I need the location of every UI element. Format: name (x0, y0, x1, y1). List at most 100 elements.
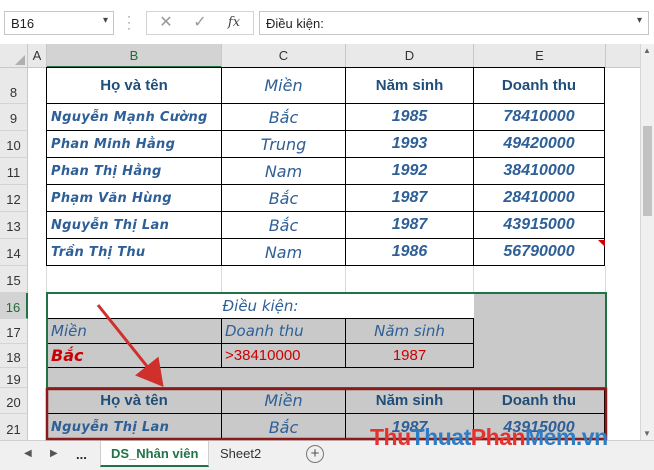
more-tabs-button[interactable]: ... (76, 447, 87, 462)
formula-input[interactable]: Điều kiện: ▾ (259, 11, 649, 35)
add-sheet-button[interactable]: + (306, 445, 324, 463)
criteria-header-birth-year[interactable]: Năm sinh (345, 318, 474, 344)
scroll-thumb[interactable] (643, 126, 652, 216)
table-cell-region[interactable]: Nam (221, 238, 346, 266)
cancel-icon[interactable]: ✕ (153, 13, 179, 33)
criteria-gray-cell[interactable] (474, 293, 606, 369)
criteria-header-revenue[interactable]: Doanh thu (221, 318, 346, 344)
formula-bar: B16 ▾ · · · ✕ ✓ fx Điều kiện: ▾ (0, 0, 654, 44)
table-cell-region[interactable]: Bắc (221, 103, 346, 131)
criteria-header-region[interactable]: Miền (46, 318, 222, 344)
column-f-cells[interactable] (606, 68, 640, 440)
table-cell-birth-year[interactable]: 1986 (345, 238, 474, 266)
row-header-16[interactable]: 16 (0, 293, 28, 319)
table-cell-revenue[interactable]: 78410000 (473, 103, 605, 131)
chevron-down-icon[interactable]: ▾ (103, 15, 108, 26)
criteria-spacer-row[interactable] (47, 368, 606, 388)
select-all-corner[interactable] (0, 44, 28, 68)
column-a-cells[interactable] (28, 68, 47, 440)
table-cell-name[interactable]: Phan Thị Hằng (46, 157, 222, 185)
watermark-part-1: Thu (370, 424, 411, 450)
criteria-value-revenue[interactable]: >38410000 (221, 343, 346, 368)
criteria-title-cell[interactable]: Điều kiện: (47, 293, 474, 319)
column-header-a[interactable]: A (28, 44, 47, 68)
tab-scroll-left-icon[interactable]: ◀ (24, 448, 32, 459)
tab-scroll-right-icon[interactable]: ▶ (50, 448, 58, 459)
row-header-21[interactable]: 21 (0, 414, 28, 440)
table-cell-birth-year[interactable]: 1985 (345, 103, 474, 131)
row-header-18[interactable]: 18 (0, 344, 28, 368)
table-cell-name[interactable]: Nguyễn Thị Lan (46, 211, 222, 239)
row-header-14[interactable]: 14 (0, 239, 28, 266)
empty-cell[interactable] (474, 266, 606, 293)
table-cell-name[interactable]: Phan Minh Hằng (46, 130, 222, 158)
column-header-b[interactable]: B (47, 44, 222, 68)
empty-cell[interactable] (222, 266, 346, 293)
table-cell-revenue[interactable]: 38410000 (473, 157, 605, 185)
row-header-13[interactable]: 13 (0, 212, 28, 239)
row-header-11[interactable]: 11 (0, 158, 28, 185)
criteria-value-birth-year[interactable]: 1987 (345, 343, 474, 368)
table-cell-name[interactable]: Trần Thị Thu (46, 238, 222, 266)
table-cell-birth-year[interactable]: 1993 (345, 130, 474, 158)
formula-buttons: ✕ ✓ fx (146, 11, 254, 35)
row-header-17[interactable]: 17 (0, 319, 28, 344)
scroll-up-icon[interactable]: ▲ (643, 46, 651, 55)
result-cell-region[interactable]: Bắc (221, 413, 346, 440)
worksheet-grid[interactable]: A B C D E 8 9 10 11 12 13 14 15 16 17 18… (0, 44, 640, 440)
table-header-region[interactable]: Miền (221, 67, 346, 104)
row-header-9[interactable]: 9 (0, 104, 28, 131)
drag-handle-icon[interactable]: · · · (120, 10, 138, 34)
name-box-value: B16 (11, 16, 35, 31)
tab-ds-nhan-vien[interactable]: DS_Nhân viên (100, 441, 210, 467)
criteria-value-region[interactable]: Bắc (46, 343, 222, 368)
table-cell-revenue[interactable]: 43915000 (473, 211, 605, 239)
table-cell-revenue[interactable]: 28410000 (473, 184, 605, 212)
criteria-title: Điều kiện: (222, 296, 299, 315)
watermark-part-4: Mem (525, 424, 576, 450)
column-header-c[interactable]: C (222, 44, 346, 68)
watermark-part-2: Thuat (410, 424, 472, 450)
row-header-15[interactable]: 15 (0, 266, 28, 293)
table-header-birth-year[interactable]: Năm sinh (345, 67, 474, 104)
vertical-scrollbar[interactable]: ▲ ▼ (640, 44, 654, 440)
table-cell-region[interactable]: Trung (221, 130, 346, 158)
table-header-name[interactable]: Họ và tên (46, 67, 222, 104)
row-header-20[interactable]: 20 (0, 388, 28, 414)
empty-cell[interactable] (47, 266, 222, 293)
table-cell-revenue[interactable]: 49420000 (473, 130, 605, 158)
scroll-down-icon[interactable]: ▼ (643, 429, 651, 438)
column-header-f[interactable] (606, 44, 640, 68)
table-cell-birth-year[interactable]: 1992 (345, 157, 474, 185)
table-cell-name[interactable]: Nguyễn Mạnh Cường (46, 103, 222, 131)
name-box[interactable]: B16 ▾ (4, 11, 114, 35)
table-cell-name[interactable]: Phạm Văn Hùng (46, 184, 222, 212)
tab-sheet2[interactable]: Sheet2 (210, 441, 271, 467)
enter-icon[interactable]: ✓ (187, 13, 213, 33)
result-cell-name[interactable]: Nguyễn Thị Lan (46, 413, 222, 440)
table-cell-region[interactable]: Bắc (221, 184, 346, 212)
chevron-down-icon[interactable]: ▾ (637, 15, 642, 26)
watermark-part-3: Phan (470, 424, 526, 450)
comment-indicator-icon[interactable] (598, 240, 605, 247)
row-header-10[interactable]: 10 (0, 131, 28, 158)
table-cell-revenue[interactable]: 56790000 (473, 238, 605, 266)
result-header-birth-year[interactable]: Năm sinh (345, 387, 474, 414)
row-header-12[interactable]: 12 (0, 185, 28, 212)
table-cell-birth-year[interactable]: 1987 (345, 184, 474, 212)
empty-cell[interactable] (346, 266, 474, 293)
table-header-revenue[interactable]: Doanh thu (473, 67, 605, 104)
table-cell-region[interactable]: Bắc (221, 211, 346, 239)
row-header-8[interactable]: 8 (0, 68, 28, 104)
table-cell-birth-year[interactable]: 1987 (345, 211, 474, 239)
insert-function-icon[interactable]: fx (221, 13, 247, 33)
column-header-e[interactable]: E (474, 44, 606, 68)
table-cell-region[interactable]: Nam (221, 157, 346, 185)
watermark-part-5: .vn (575, 424, 608, 450)
result-header-revenue[interactable]: Doanh thu (473, 387, 605, 414)
column-header-d[interactable]: D (346, 44, 474, 68)
row-header-19[interactable]: 19 (0, 368, 28, 388)
site-watermark: ThuThuatPhanMem.vn (370, 424, 608, 451)
result-header-region[interactable]: Miền (221, 387, 346, 414)
result-header-name[interactable]: Họ và tên (46, 387, 222, 414)
